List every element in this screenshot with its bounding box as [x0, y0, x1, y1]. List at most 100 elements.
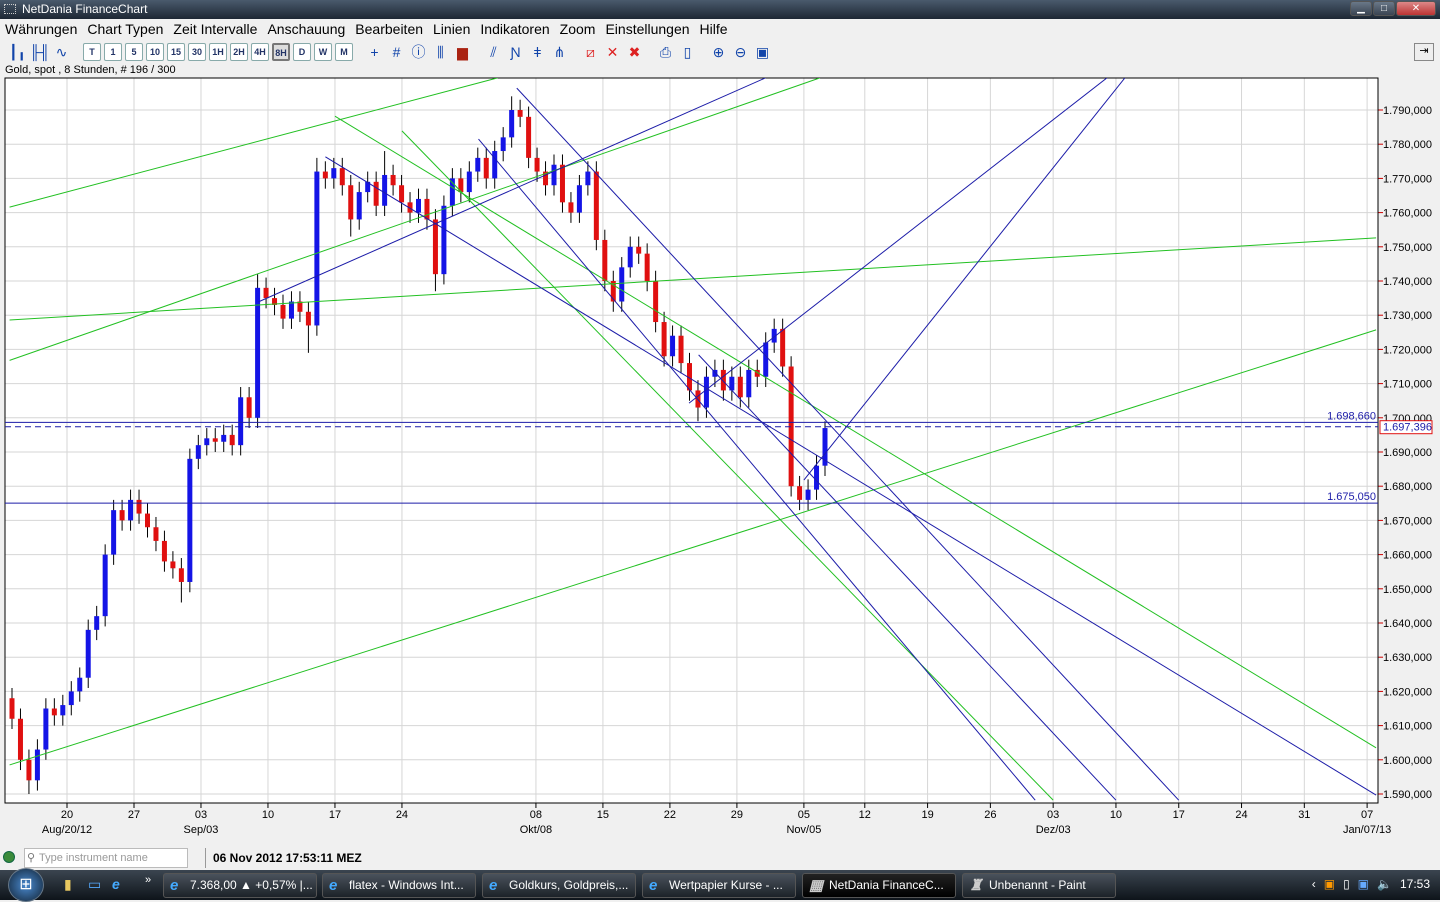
- netdania-icon: ▦: [809, 877, 824, 894]
- ie-icon[interactable]: e: [112, 876, 120, 892]
- candle-up: [195, 445, 201, 459]
- candle-down: [602, 239, 608, 281]
- y-tick-label: 1.660,000: [1383, 550, 1432, 562]
- y-tick-label: 1.640,000: [1383, 618, 1432, 630]
- candle-up: [77, 677, 83, 692]
- x-tick-label: 07: [1361, 809, 1373, 821]
- candle-up: [551, 164, 557, 186]
- taskbar-item-label: flatex - Windows Int...: [349, 878, 464, 892]
- status-bar: Type instrument name 06 Nov 2012 17:53:1…: [0, 845, 1440, 870]
- connection-status-icon: [3, 851, 15, 863]
- ie-icon: e: [329, 877, 338, 894]
- taskbar-item[interactable]: ♜ Unbenannt - Paint: [962, 873, 1116, 898]
- start-button[interactable]: ⊞: [8, 868, 44, 902]
- price-chart[interactable]: 1.590,000 1.600,000 1.610,000 1.620,000 1.63…: [0, 0, 1440, 845]
- candle-down: [246, 397, 252, 418]
- candle-up: [382, 174, 388, 206]
- candle-down: [373, 181, 379, 206]
- x-tick-label: 17: [1173, 809, 1185, 821]
- instrument-search-input[interactable]: Type instrument name: [24, 848, 188, 868]
- candle-down: [161, 540, 167, 562]
- candle-down: [534, 157, 540, 172]
- candle-up: [68, 691, 74, 706]
- y-tick-label: 1.770,000: [1383, 173, 1432, 185]
- candle-down: [390, 174, 396, 186]
- last-price-label: 1.697,396: [1383, 422, 1432, 434]
- candle-down: [678, 335, 684, 364]
- candle-up: [221, 434, 227, 442]
- x-tick-month-label: Dez/03: [1036, 824, 1071, 836]
- taskbar-item-label: 7.368,00 ▲ +0,57% |...: [190, 878, 313, 892]
- candle-down: [339, 168, 345, 186]
- taskbar-item[interactable]: e 7.368,00 ▲ +0,57% |...: [163, 873, 317, 898]
- system-tray: ‹ ▣ ▯ ▣ 🔈 17:53: [1312, 877, 1430, 891]
- candle-down: [517, 110, 523, 117]
- candle-down: [178, 568, 184, 582]
- x-tick-month-label: Nov/05: [786, 824, 821, 836]
- chevron-left-icon[interactable]: ‹: [1312, 877, 1316, 891]
- taskbar-item[interactable]: ▦ NetDania FinanceC...: [802, 873, 956, 898]
- battery-icon[interactable]: ▯: [1343, 877, 1350, 891]
- x-tick-label: 17: [329, 809, 341, 821]
- candle-down: [145, 513, 150, 528]
- horizontal-line-label: 1.675,050: [1327, 491, 1376, 503]
- y-tick-label: 1.780,000: [1383, 139, 1432, 151]
- taskbar: ⊞ ▮ ▭ e » e 7.368,00 ▲ +0,57% |... e flatex…: [0, 868, 1440, 902]
- candle-down: [153, 527, 159, 541]
- y-tick-label: 1.730,000: [1383, 310, 1432, 322]
- x-tick-label: 26: [984, 809, 996, 821]
- candle-up: [814, 465, 820, 490]
- candle-down: [526, 116, 532, 158]
- candle-up: [500, 137, 506, 152]
- candle-up: [85, 629, 91, 678]
- volume-icon[interactable]: 🔈: [1377, 877, 1392, 891]
- plot-area: [5, 78, 1378, 803]
- x-tick-label: 03: [195, 809, 207, 821]
- candle-up: [576, 185, 582, 213]
- candle-up: [703, 376, 709, 408]
- y-tick-label: 1.720,000: [1383, 344, 1432, 356]
- candle-down: [593, 171, 599, 240]
- y-tick-label: 1.650,000: [1383, 584, 1432, 596]
- candle-up: [416, 198, 421, 213]
- y-tick-label: 1.600,000: [1383, 755, 1432, 767]
- x-tick-label: 10: [1110, 809, 1122, 821]
- x-tick-label: 05: [798, 809, 810, 821]
- desktop-icon[interactable]: ▭: [88, 876, 101, 893]
- candle-down: [17, 718, 23, 760]
- y-tick-label: 1.710,000: [1383, 379, 1432, 391]
- x-tick-label: 19: [921, 809, 933, 821]
- candle-up: [441, 205, 447, 275]
- candle-up: [585, 171, 591, 186]
- taskbar-item[interactable]: e flatex - Windows Int...: [322, 873, 476, 898]
- candle-up: [763, 342, 769, 377]
- taskbar-item-label: Goldkurs, Goldpreis,...: [509, 878, 629, 892]
- candle-down: [432, 219, 438, 275]
- x-tick-label: 31: [1298, 809, 1310, 821]
- candle-down: [305, 311, 311, 326]
- app-tray-icon[interactable]: ▣: [1324, 877, 1335, 891]
- candle-up: [509, 110, 515, 138]
- candle-down: [653, 281, 659, 323]
- candle-up: [34, 749, 40, 781]
- taskbar-item-label: Unbenannt - Paint: [989, 878, 1086, 892]
- network-icon[interactable]: ▣: [1358, 877, 1369, 891]
- candle-up: [255, 287, 261, 418]
- taskbar-item[interactable]: e Goldkurs, Goldpreis,...: [482, 873, 636, 898]
- more-icon[interactable]: »: [145, 874, 151, 886]
- candle-up: [356, 192, 362, 220]
- taskbar-item-label: Wertpapier Kurse - ...: [669, 878, 783, 892]
- y-tick-label: 1.610,000: [1383, 721, 1432, 733]
- y-tick-label: 1.760,000: [1383, 208, 1432, 220]
- y-tick-label: 1.740,000: [1383, 276, 1432, 288]
- x-tick-label: 24: [396, 809, 408, 821]
- horizontal-line-label: 1.698,660: [1327, 410, 1376, 422]
- candle-down: [636, 246, 642, 254]
- folder-icon[interactable]: ▮: [64, 876, 72, 893]
- clock[interactable]: 17:53: [1400, 877, 1430, 891]
- candle-down: [136, 499, 142, 514]
- candle-down: [661, 322, 667, 357]
- taskbar-item[interactable]: e Wertpapier Kurse - ...: [642, 873, 796, 898]
- candle-up: [314, 171, 320, 326]
- x-tick-month-label: Sep/03: [184, 824, 219, 836]
